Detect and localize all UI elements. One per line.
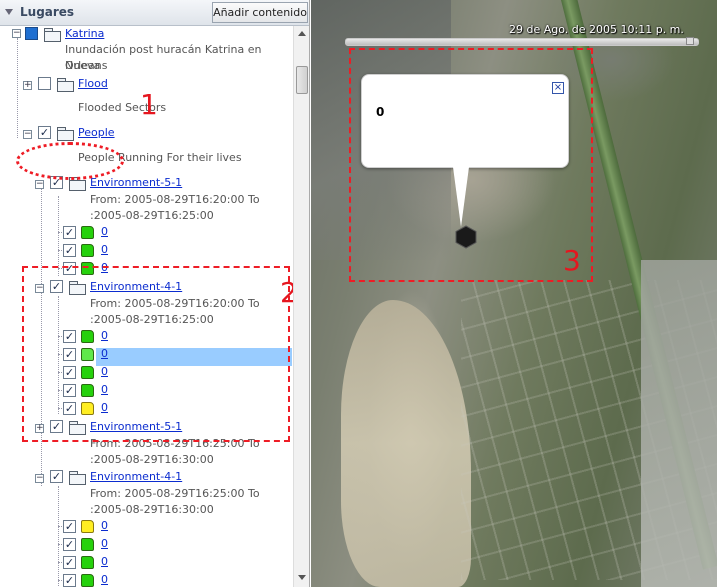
scroll-down-icon[interactable] [294, 570, 309, 586]
group-time-from: From: 2005-08-29T16:25:00 To [90, 487, 260, 500]
collapse-group-toggle[interactable]: − [35, 474, 44, 483]
collapse-people-toggle[interactable]: − [23, 130, 32, 139]
places-panel: Lugares Añadir contenido − Katrina Inund… [0, 0, 310, 587]
green-cube-icon [81, 244, 94, 257]
map-industrial-area [641, 260, 717, 587]
folder-icon [57, 78, 74, 92]
item-checkbox[interactable]: ✓ [63, 520, 76, 533]
item-checkbox[interactable]: ✓ [63, 574, 76, 587]
people-checkbox[interactable]: ✓ [38, 126, 51, 139]
annotation-ellipse [16, 142, 124, 180]
tree-item-placemark[interactable]: 0 [101, 243, 108, 256]
map-sand-area [341, 300, 471, 587]
tree-item-placemark[interactable]: 0 [101, 573, 108, 586]
katrina-description-line2: Orleans [65, 59, 108, 72]
tree-line [17, 38, 18, 138]
green-cube-icon [81, 556, 94, 569]
item-checkbox[interactable]: ✓ [63, 244, 76, 257]
places-title: Lugares [20, 5, 75, 19]
green-cube-icon [81, 226, 94, 239]
item-checkbox[interactable]: ✓ [63, 226, 76, 239]
annotation-number-one: 1 [140, 88, 158, 121]
scroll-thumb[interactable] [296, 66, 308, 94]
open-folder-icon [57, 127, 74, 141]
group-checkbox[interactable]: ✓ [50, 470, 63, 483]
group-time-from: From: 2005-08-29T16:20:00 To [90, 193, 260, 206]
root-checkbox[interactable] [25, 27, 38, 40]
tree-item-placemark[interactable]: 0 [101, 537, 108, 550]
group-time-to: :2005-08-29T16:25:00 [90, 209, 214, 222]
green-cube-icon [81, 538, 94, 551]
map-view[interactable]: 29 de Ago. de 2005 10:11 p. m. × 0 3 [311, 0, 717, 587]
tree-item-placemark[interactable]: 0 [101, 555, 108, 568]
annotation-box-two [22, 266, 290, 442]
green-cube-icon [81, 574, 94, 587]
tree-scrollbar[interactable] [293, 26, 309, 587]
open-folder-icon [69, 471, 86, 485]
tree-item-environment[interactable]: Environment-4-1 [90, 470, 182, 483]
item-checkbox[interactable]: ✓ [63, 556, 76, 569]
time-slider-thumb[interactable] [686, 37, 694, 45]
tree-line [58, 486, 59, 586]
places-header: Lugares Añadir contenido [0, 0, 309, 26]
tree-item-placemark[interactable]: 0 [101, 225, 108, 238]
group-time-to: :2005-08-29T16:30:00 [90, 503, 214, 516]
tree-item-katrina[interactable]: Katrina [65, 27, 104, 40]
places-tree: − Katrina Inundación post huracán Katrin… [0, 26, 293, 587]
tree-item-people[interactable]: People [78, 126, 115, 139]
collapse-root-toggle[interactable]: − [12, 29, 21, 38]
expand-flood-toggle[interactable]: + [23, 81, 32, 90]
yellow-cube-icon [81, 520, 94, 533]
flood-checkbox[interactable] [38, 77, 51, 90]
folder-icon [44, 28, 61, 42]
add-content-button[interactable]: Añadir contenido [212, 2, 308, 23]
tree-item-environment[interactable]: Environment-5-1 [90, 176, 182, 189]
tree-line [58, 196, 59, 276]
group-time-to: :2005-08-29T16:30:00 [90, 453, 214, 466]
time-label: 29 de Ago. de 2005 10:11 p. m. [509, 23, 684, 36]
collapse-caret-icon[interactable] [5, 9, 13, 15]
item-checkbox[interactable]: ✓ [63, 538, 76, 551]
tree-item-placemark[interactable]: 0 [101, 519, 108, 532]
time-slider[interactable] [345, 37, 699, 46]
collapse-group-toggle[interactable]: − [35, 180, 44, 189]
annotation-number-three: 3 [563, 244, 581, 277]
annotation-number-two: 2 [280, 276, 293, 309]
tree-item-flood[interactable]: Flood [78, 77, 108, 90]
annotation-box-three [349, 48, 593, 282]
scroll-up-icon[interactable] [294, 26, 309, 42]
